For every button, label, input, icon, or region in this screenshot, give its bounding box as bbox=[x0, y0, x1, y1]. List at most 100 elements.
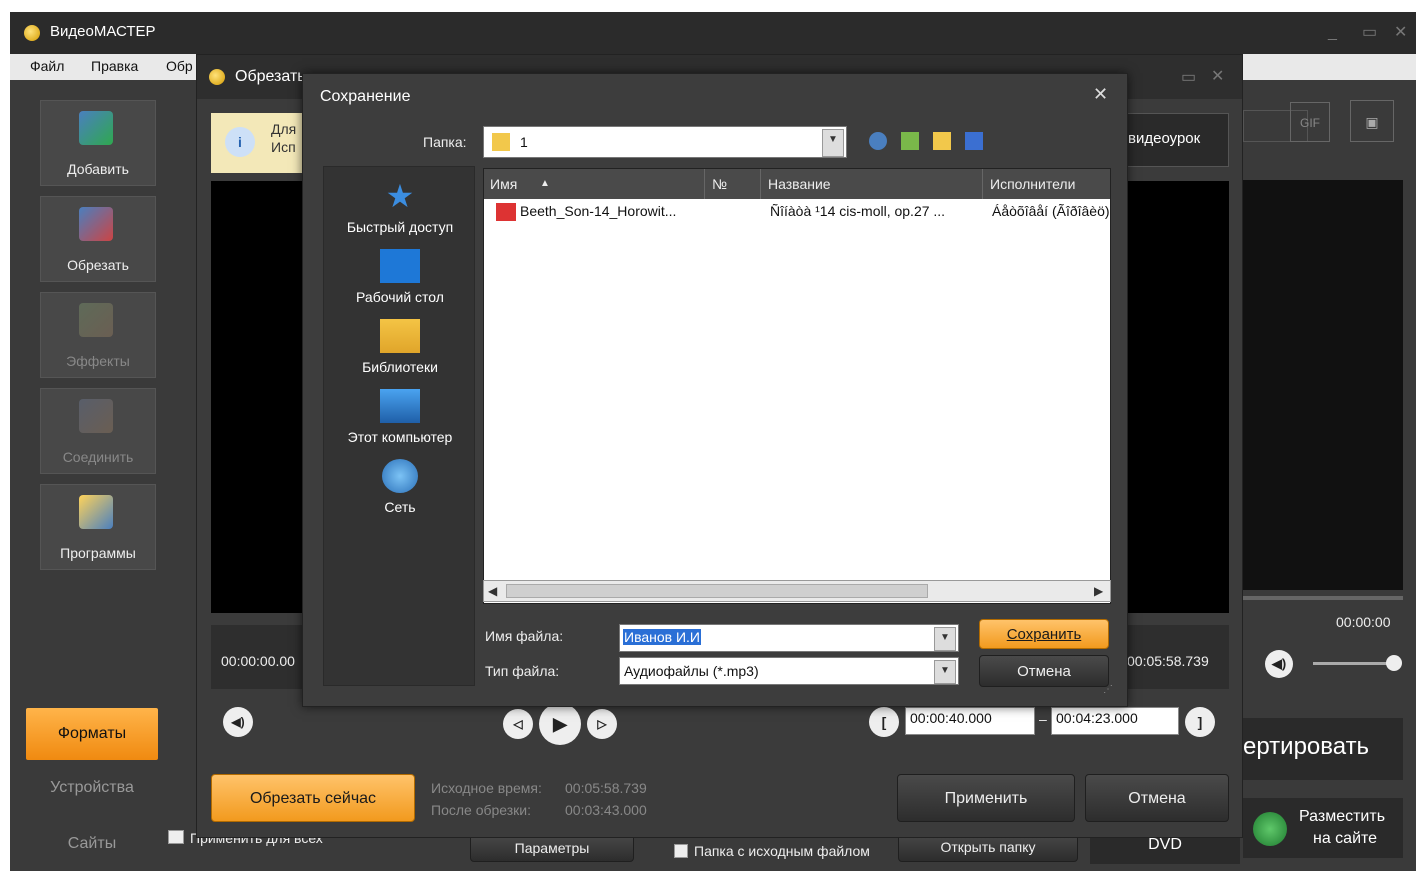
video-lesson-button[interactable]: видеоурок bbox=[1123, 113, 1229, 167]
cut-now-button[interactable]: Обрезать сейчас bbox=[211, 774, 415, 822]
file-list: Имя ▲ № Название Исполнители Beeth_Son-1… bbox=[483, 168, 1111, 604]
place-quick-access[interactable]: ★ Быстрый доступ bbox=[324, 179, 476, 243]
menu-edit[interactable]: Правка bbox=[91, 58, 138, 74]
scroll-left-icon[interactable]: ◀ bbox=[488, 584, 497, 598]
play-icon[interactable]: ▶ bbox=[539, 703, 581, 745]
network-icon bbox=[382, 459, 418, 493]
after-cut-value: 00:03:43.000 bbox=[565, 802, 647, 818]
trim-volume-icon[interactable]: ◀) bbox=[223, 707, 253, 737]
save-button[interactable]: Сохранить bbox=[979, 619, 1109, 649]
col-title[interactable]: Название bbox=[768, 176, 831, 192]
folder-dropdown-icon[interactable]: ▼ bbox=[822, 129, 844, 157]
filetype-dropdown-icon[interactable]: ▼ bbox=[934, 660, 956, 684]
back-icon[interactable] bbox=[869, 132, 887, 150]
next-frame-icon[interactable]: ▷ bbox=[587, 709, 617, 739]
volume-knob[interactable] bbox=[1386, 655, 1402, 671]
join-icon bbox=[79, 399, 113, 433]
trim-minimize-icon[interactable]: ▭ bbox=[1181, 67, 1196, 87]
audio-file-icon bbox=[496, 203, 516, 221]
add-button[interactable]: Добавить bbox=[40, 100, 156, 186]
place-network[interactable]: Сеть bbox=[324, 459, 476, 523]
filetype-label: Тип файла: bbox=[485, 663, 560, 679]
folder-icon bbox=[492, 133, 510, 151]
info-banner: i Для Исп bbox=[211, 113, 311, 173]
trim-cancel-button[interactable]: Отмена bbox=[1085, 774, 1229, 822]
programs-icon bbox=[79, 495, 113, 529]
tab-sites[interactable]: Сайты bbox=[26, 820, 158, 868]
volume-slider[interactable] bbox=[1313, 662, 1389, 665]
file-list-header: Имя ▲ № Название Исполнители bbox=[484, 169, 1110, 199]
effects-icon bbox=[79, 303, 113, 337]
horizontal-scrollbar[interactable]: ◀ ▶ bbox=[483, 580, 1111, 602]
desktop-icon bbox=[380, 249, 420, 283]
preview-time: 00:00:00 bbox=[1336, 614, 1391, 630]
places-bar: ★ Быстрый доступ Рабочий стол Библиотеки… bbox=[323, 166, 475, 686]
preview-area bbox=[1243, 180, 1403, 590]
filetype-select[interactable]: Аудиофайлы (*.mp3) ▼ bbox=[619, 657, 959, 685]
place-desktop[interactable]: Рабочий стол bbox=[324, 249, 476, 313]
place-this-pc[interactable]: Этот компьютер bbox=[324, 389, 476, 453]
volume-icon[interactable]: ◀) bbox=[1265, 650, 1293, 678]
scroll-right-icon[interactable]: ▶ bbox=[1094, 584, 1103, 598]
save-title: Сохранение bbox=[320, 88, 411, 105]
programs-button[interactable]: Программы bbox=[40, 484, 156, 570]
join-button[interactable]: Соединить bbox=[40, 388, 156, 474]
range-dash: – bbox=[1039, 711, 1047, 727]
star-icon: ★ bbox=[385, 178, 415, 214]
range-to-field[interactable]: 00:04:23.000 bbox=[1051, 707, 1179, 735]
tab-formats[interactable]: Форматы bbox=[26, 708, 158, 760]
apply-all-checkbox[interactable] bbox=[168, 830, 184, 844]
maximize-icon[interactable]: ▭ bbox=[1362, 22, 1377, 42]
up-folder-icon[interactable] bbox=[901, 132, 919, 150]
new-folder-icon[interactable] bbox=[933, 132, 951, 150]
range-from-field[interactable]: 00:00:40.000 bbox=[905, 707, 1035, 735]
source-time-value: 00:05:58.739 bbox=[565, 780, 647, 796]
tab-devices[interactable]: Устройства bbox=[26, 764, 158, 812]
app-logo-icon bbox=[24, 25, 40, 41]
gif-button[interactable]: GIF bbox=[1290, 102, 1330, 142]
trim-time-end: 00:05:58.739 bbox=[1127, 653, 1209, 669]
close-icon[interactable]: ✕ bbox=[1394, 22, 1407, 42]
col-artist[interactable]: Исполнители bbox=[990, 176, 1075, 192]
folder-select[interactable]: 1 ▼ bbox=[483, 126, 847, 158]
prev-frame-icon[interactable]: ◁ bbox=[503, 709, 533, 739]
sort-asc-icon: ▲ bbox=[540, 178, 550, 189]
folder-label: Папка: bbox=[423, 134, 467, 150]
after-cut-label: После обрезки: bbox=[431, 802, 532, 818]
menu-process[interactable]: Обр bbox=[166, 58, 193, 74]
save-title-bar: Сохранение ✕ bbox=[303, 74, 1127, 118]
resize-grip-icon[interactable]: ⋰ bbox=[1103, 684, 1113, 695]
col-number[interactable]: № bbox=[712, 176, 727, 192]
save-close-icon[interactable]: ✕ bbox=[1093, 84, 1108, 105]
trim-time-start: 00:00:00.00 bbox=[221, 653, 295, 669]
file-row[interactable]: Beeth_Son-14_Horowit... Ñîíàòà ¹14 cis-m… bbox=[484, 199, 1110, 225]
mark-out-icon[interactable]: ] bbox=[1185, 707, 1215, 737]
trim-title: Обрезать bbox=[235, 68, 306, 85]
convert-button[interactable]: ертировать bbox=[1243, 718, 1403, 780]
view-menu-icon[interactable] bbox=[965, 132, 983, 150]
trim-close-icon[interactable]: ✕ bbox=[1211, 66, 1224, 86]
col-name[interactable]: Имя bbox=[490, 176, 517, 192]
mark-in-icon[interactable]: [ bbox=[869, 707, 899, 737]
menu-file[interactable]: Файл bbox=[30, 58, 64, 74]
minimize-icon[interactable]: _ bbox=[1328, 24, 1337, 42]
upload-site-button[interactable]: Разместить на сайте bbox=[1243, 798, 1403, 858]
scroll-thumb[interactable] bbox=[506, 584, 928, 598]
effects-button[interactable]: Эффекты bbox=[40, 292, 156, 378]
save-cancel-button[interactable]: Отмена bbox=[979, 655, 1109, 687]
info-icon: i bbox=[225, 127, 255, 157]
trim-logo-icon bbox=[209, 69, 225, 85]
filename-input[interactable]: Иванов И.И ▼ bbox=[619, 624, 959, 652]
source-folder-checkbox[interactable] bbox=[674, 844, 688, 858]
source-time-label: Исходное время: bbox=[431, 780, 542, 796]
place-libraries[interactable]: Библиотеки bbox=[324, 319, 476, 383]
scissors-icon bbox=[79, 207, 113, 241]
fullscreen-icon[interactable]: ▣ bbox=[1350, 100, 1394, 142]
cut-button[interactable]: Обрезать bbox=[40, 196, 156, 282]
apply-button[interactable]: Применить bbox=[897, 774, 1075, 822]
globe-icon bbox=[1253, 812, 1287, 846]
app-title: ВидеоМАСТЕР bbox=[50, 23, 156, 40]
preview-progress bbox=[1243, 596, 1403, 600]
filename-dropdown-icon[interactable]: ▼ bbox=[934, 627, 956, 651]
computer-icon bbox=[380, 389, 420, 423]
